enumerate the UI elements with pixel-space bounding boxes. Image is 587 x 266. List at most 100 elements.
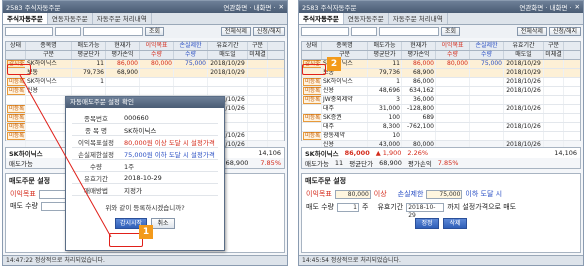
delete-button[interactable]: 삭제: [443, 218, 467, 229]
expire-label: 유효기간: [377, 203, 404, 211]
guide-line: [19, 74, 112, 238]
state-badge[interactable]: 미등록: [303, 96, 321, 104]
row-state: 미등록: [302, 132, 322, 140]
grid-header-1: 상태 종목명 매도가능 현재가 이익목표 손실제한 유효기간 구분: [302, 42, 580, 51]
row-exp: 2018/10/26: [504, 123, 544, 131]
account-input[interactable]: [301, 27, 349, 36]
state-badge[interactable]: 미등록: [303, 114, 321, 122]
name-input[interactable]: [379, 27, 439, 36]
row-state: 미등록: [302, 96, 322, 104]
apply-button[interactable]: 신청/해지: [548, 27, 581, 36]
expire-input[interactable]: 2018-10-29: [406, 202, 445, 219]
row-state: 미등록: [302, 114, 322, 122]
row-profit: [436, 105, 470, 113]
summary-volume: 14,106: [554, 149, 577, 157]
row-loss: [470, 114, 504, 122]
loss-label: 손실제한: [397, 190, 424, 198]
row-q: 3: [368, 96, 402, 104]
row-q: 48,696: [368, 87, 402, 95]
setting-title: 매도주문 설정: [305, 177, 347, 185]
profit-input[interactable]: 80,000: [334, 189, 371, 199]
row-price: 689: [402, 114, 436, 122]
table-row[interactable]: 미등록 신용 48,696 634,162 2018/10/26: [302, 87, 580, 96]
row-name: 대주: [322, 105, 368, 113]
tab-linked-order[interactable]: 연동자동주문: [344, 13, 389, 24]
summary-pl-label: 평가손익: [407, 160, 432, 168]
table-row[interactable]: 미등록 JW중외제약 3 36,000: [302, 96, 580, 105]
step-2-badge: 2: [327, 57, 341, 71]
table-row[interactable]: 대주 8,300 -762,100 2018/10/26: [302, 123, 580, 132]
row-price: 36,000: [402, 96, 436, 104]
tab-auto-order[interactable]: 주식자동주문: [299, 13, 344, 24]
row-price: -762,100: [402, 123, 436, 131]
table-row[interactable]: 미등록 SK하이닉스 1 86,000 2018/10/26: [302, 78, 580, 87]
row-type: [544, 78, 564, 86]
table-row[interactable]: 감시중SK하이닉스1186,00080,00075,0002018/10/29: [302, 60, 580, 69]
summary-pct: 7.85%: [437, 159, 459, 167]
loss-input[interactable]: 75,000: [426, 189, 463, 199]
row-profit: [436, 114, 470, 122]
qty-input[interactable]: 1: [337, 202, 359, 212]
row-exp: 2018/10/26: [504, 78, 544, 86]
highlight-state: [302, 64, 326, 75]
row-loss: [470, 78, 504, 86]
row-price: 68,900: [402, 69, 436, 77]
row-loss: [470, 123, 504, 131]
table-row[interactable]: 미등록 SK증권 100 689: [302, 114, 580, 123]
state-badge[interactable]: 미등록: [303, 78, 321, 86]
summary-price: 86,000: [344, 149, 370, 157]
close-icon[interactable]: ✕: [575, 3, 580, 11]
state-badge[interactable]: 미등록: [303, 87, 321, 95]
row-loss: 75,000: [470, 60, 504, 68]
table-row[interactable]: 보통 79,736 68,900 2018/10/29: [302, 69, 580, 78]
qty-label: 매도 수량: [306, 203, 334, 211]
row-exp: [504, 132, 544, 140]
row-price: -128,800: [402, 105, 436, 113]
row-type: [544, 87, 564, 95]
table-row[interactable]: 대주 31,000 -128,800 2018/10/26: [302, 105, 580, 114]
row-profit: [436, 132, 470, 140]
row-profit: [436, 87, 470, 95]
modify-button[interactable]: 정정: [415, 218, 439, 229]
loss-cond: 이하 도달 시: [465, 190, 503, 198]
row-profit: 80,000: [436, 60, 470, 68]
control-bar: 조회 전체삭제 신청/해지: [299, 25, 583, 38]
row-price: 634,162: [402, 87, 436, 95]
row-q: 100: [368, 114, 402, 122]
row-exp: 2018/10/29: [504, 69, 544, 77]
lookup-button[interactable]: 조회: [441, 27, 461, 36]
summary-change: ▲ 1,900: [375, 149, 402, 157]
left-window: 2583 주식자동주문 연관화면 · 내화면 · ✕ 주식자동주문 연동자동주문…: [2, 0, 288, 266]
grid-header-2: 구분 평균단가 평가손익 수량 수량 매도일 미체결: [302, 51, 580, 60]
row-loss: [470, 132, 504, 140]
table-row[interactable]: 미등록 광동제약 10: [302, 132, 580, 141]
row-type: [544, 60, 564, 68]
row-name: 신용: [322, 87, 368, 95]
row-q: 31,000: [368, 105, 402, 113]
row-q: 11: [368, 60, 402, 68]
app-title: 2583 주식자동주문: [302, 4, 357, 12]
row-name: JW중외제약: [322, 96, 368, 104]
row-loss: [470, 96, 504, 104]
row-profit: [436, 123, 470, 131]
password-input[interactable]: [351, 27, 377, 36]
row-price: 86,000: [402, 60, 436, 68]
qty-unit: 주: [362, 203, 369, 211]
row-exp: 2018/10/26: [504, 87, 544, 95]
row-loss: [470, 87, 504, 95]
state-badge[interactable]: 미등록: [303, 132, 321, 140]
tab-history[interactable]: 자동주문 처리내역: [389, 13, 448, 24]
title-tail[interactable]: 연관화면 · 내화면 ·: [519, 2, 571, 12]
delete-all-button[interactable]: 전체삭제: [516, 27, 547, 36]
row-exp: 2018/10/29: [504, 60, 544, 68]
row-profit: [436, 96, 470, 104]
row-type: [544, 105, 564, 113]
expire-tail: 까지 설정가격으로 매도: [447, 203, 517, 211]
profit-label: 이익목표: [306, 190, 332, 198]
sell-setting-panel: 매도주문 설정 이익목표 80,000 이상 손실제한 75,000 이하 도달…: [301, 173, 581, 253]
row-q: 10: [368, 132, 402, 140]
row-type: [544, 96, 564, 104]
row-profit: [436, 78, 470, 86]
row-q: 79,736: [368, 69, 402, 77]
profit-cond: 이상: [373, 190, 387, 198]
